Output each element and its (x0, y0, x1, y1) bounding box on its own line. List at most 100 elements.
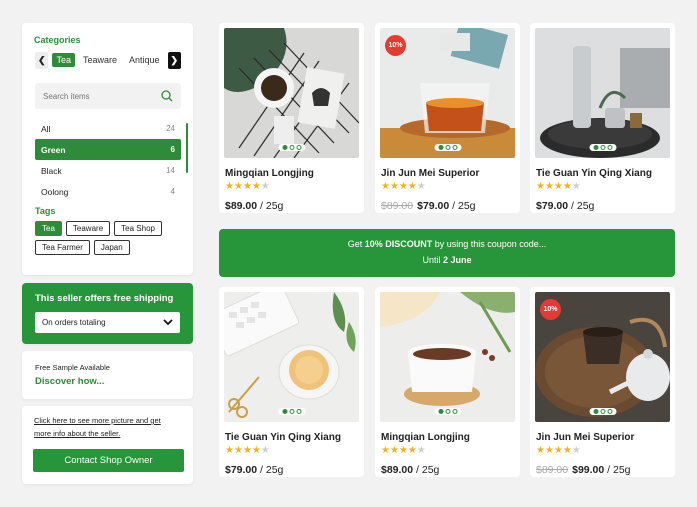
image-carousel-dots[interactable] (589, 408, 616, 415)
product-name[interactable]: Jin Jun Mei Superior (535, 432, 670, 443)
product-name[interactable]: Jin Jun Mei Superior (380, 168, 515, 179)
chevron-down-icon (163, 319, 173, 326)
category-count: 14 (166, 166, 175, 175)
product-price: $79.00 / 25g (535, 200, 670, 212)
seller-info-line: more info about the seller. (34, 429, 121, 438)
tag-tea-farmer[interactable]: Tea Farmer (35, 240, 90, 255)
product-card[interactable]: Mingqian Longjing ★★★★★ $89.00 / 25g (375, 287, 520, 477)
contact-panel: Click here to see more picture and get m… (22, 406, 193, 484)
price-unit: / 25g (568, 200, 595, 212)
promo-until: Until (422, 255, 443, 265)
category-count: 4 (170, 187, 175, 196)
rating-stars: ★★★★★ (225, 445, 270, 456)
category-item-all[interactable]: All 24 (35, 118, 181, 139)
rating-stars: ★★★★★ (536, 181, 581, 192)
product-name[interactable]: Tie Guan Yin Qing Xiang (535, 168, 670, 179)
price-unit: / 25g (413, 464, 440, 476)
category-tab-teaware[interactable]: Teaware (79, 53, 121, 67)
image-carousel-dots[interactable] (434, 408, 461, 415)
category-name: Oolong (41, 186, 69, 197)
contact-shop-owner-button[interactable]: Contact Shop Owner (33, 449, 184, 472)
product-image[interactable] (224, 292, 359, 422)
product-price: $79.00 / 25g (224, 464, 359, 476)
image-carousel-dots[interactable] (278, 408, 305, 415)
promo-highlight: 10% DISCOUNT (364, 239, 433, 249)
chevron-left-icon[interactable]: ❮ (35, 51, 49, 69)
product-name[interactable]: Tie Guan Yin Qing Xiang (224, 432, 359, 443)
search-icon[interactable] (161, 90, 173, 102)
category-tab-tea[interactable]: Tea (52, 53, 75, 67)
rating-stars: ★★★★★ (381, 445, 426, 456)
free-sample-text: Free Sample Available (35, 363, 110, 372)
product-name[interactable]: Mingqian Longjing (380, 432, 515, 443)
category-list: All 24 Green 6 Black 14 Oolong 4 (35, 118, 181, 202)
shipping-select-value: On orders totaling (42, 318, 106, 327)
discover-link[interactable]: Discover how... (35, 376, 180, 387)
category-scrollbar[interactable] (186, 123, 188, 173)
promo-suffix: by using this coupon code... (432, 239, 547, 249)
category-name: Green (41, 144, 66, 155)
price-value: $89.00 (381, 464, 414, 476)
tag-tea-shop[interactable]: Tea Shop (114, 221, 162, 236)
price-value: $89.00 (225, 200, 258, 212)
category-item-black[interactable]: Black 14 (35, 160, 181, 181)
rating-stars: ★★★★★ (225, 181, 270, 192)
category-tabs: ❮ Tea Teaware Antique ❯ (35, 51, 181, 69)
product-card[interactable]: 10% Jin Jun Mei Superior ★★★★★ $89.00 $79… (375, 23, 520, 213)
image-carousel-dots[interactable] (589, 144, 616, 151)
discount-line: Get 10% DISCOUNT by using this coupon co… (219, 239, 675, 249)
rating-stars: ★★★★★ (381, 181, 426, 192)
price-value: $79.00 (536, 200, 569, 212)
product-image[interactable] (224, 28, 359, 158)
promo-until-line: Until 2 June (219, 255, 675, 265)
shipping-select[interactable]: On orders totaling (35, 312, 180, 333)
image-carousel-dots[interactable] (434, 144, 461, 151)
chevron-right-icon[interactable]: ❯ (167, 51, 181, 69)
image-carousel-dots[interactable] (278, 144, 305, 151)
price-unit: / 25g (257, 200, 284, 212)
old-price: $89.00 (381, 200, 414, 212)
category-item-oolong[interactable]: Oolong 4 (35, 181, 181, 202)
price-unit: / 25g (257, 464, 284, 476)
old-price: $89.00 (536, 464, 569, 476)
price-unit: / 25g (449, 200, 476, 212)
product-image[interactable]: 10% (380, 28, 515, 158)
price-unit: / 25g (604, 464, 631, 476)
product-card[interactable]: Tie Guan Yin Qing Xiang ★★★★★ $79.00 / 2… (219, 287, 364, 477)
search-box (35, 83, 181, 109)
promo-prefix: Get (347, 239, 365, 249)
product-image[interactable] (380, 292, 515, 422)
tag-tea[interactable]: Tea (35, 221, 62, 236)
category-name: All (41, 123, 51, 134)
discount-badge: 10% (540, 299, 561, 320)
product-card[interactable]: Tie Guan Yin Qing Xiang ★★★★★ $79.00 / 2… (530, 23, 675, 213)
seller-info-link[interactable]: Click here to see more picture and get m… (34, 414, 181, 440)
rating-stars: ★★★★★ (536, 445, 581, 456)
product-price: $89.00 $79.00 / 25g (380, 200, 515, 212)
category-count: 24 (166, 124, 175, 133)
category-item-green[interactable]: Green 6 (35, 139, 181, 160)
discount-badge: 10% (385, 35, 406, 56)
price-value: $79.00 (225, 464, 258, 476)
categories-panel: Categories ❮ Tea Teaware Antique ❯ All 2… (22, 23, 193, 275)
search-input[interactable] (43, 91, 153, 101)
product-image[interactable]: 10% (535, 292, 670, 422)
free-shipping-panel: This seller offers free shipping On orde… (22, 283, 193, 344)
product-card[interactable]: 10% Jin Jun Mei Superior ★★★★★ $89.00 $99… (530, 287, 675, 477)
promo-date: 2 June (443, 255, 472, 265)
free-sample-panel: Free Sample Available Discover how... (22, 351, 193, 399)
tag-teaware[interactable]: Teaware (65, 221, 111, 236)
seller-info-line: Click here to see more picture and get (34, 416, 161, 425)
product-price: $89.00 $99.00 / 25g (535, 464, 670, 476)
free-shipping-title: This seller offers free shipping (35, 293, 174, 304)
price-value: $99.00 (572, 464, 605, 476)
product-price: $89.00 / 25g (380, 464, 515, 476)
product-image[interactable] (535, 28, 670, 158)
product-name[interactable]: Mingqian Longjing (224, 168, 359, 179)
product-card[interactable]: Mingqian Longjing ★★★★★ $89.00 / 25g (219, 23, 364, 213)
price-value: $79.00 (417, 200, 450, 212)
tag-japan[interactable]: Japan (93, 240, 130, 255)
category-count: 6 (170, 145, 175, 154)
category-tab-antique[interactable]: Antique (125, 53, 164, 67)
discount-banner[interactable]: Get 10% DISCOUNT by using this coupon co… (219, 229, 675, 277)
